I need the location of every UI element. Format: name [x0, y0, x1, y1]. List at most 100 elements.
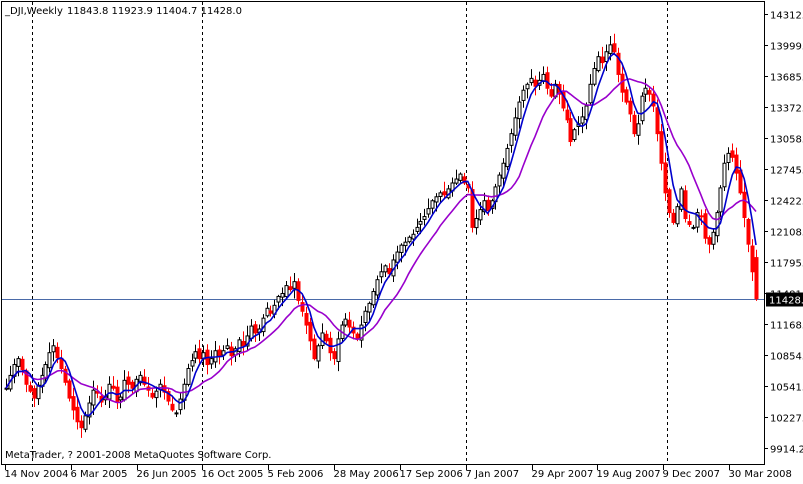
candle-body: [292, 281, 297, 289]
candle-body: [347, 319, 352, 328]
bear-candle: [683, 185, 688, 223]
candle-body: [237, 339, 242, 352]
candle-body: [174, 412, 179, 415]
candle-body: [150, 392, 155, 398]
candle-body: [284, 285, 289, 298]
candle-body: [715, 212, 720, 237]
candle-body: [304, 312, 309, 326]
candle-body: [55, 346, 60, 359]
candle-body: [43, 364, 48, 379]
candle-body: [407, 236, 412, 243]
candle-body: [711, 231, 716, 245]
candle-body: [588, 83, 593, 104]
candle-body: [632, 114, 637, 135]
candle-body: [663, 162, 668, 194]
y-tick-label: 13999.0: [770, 42, 803, 53]
x-tick-label: 19 Aug 2007: [597, 469, 661, 480]
candle-body: [383, 265, 388, 273]
candle-body: [355, 333, 360, 340]
y-tick-label: 13372.0: [770, 104, 803, 115]
candle-body: [209, 358, 214, 365]
candle-body: [442, 191, 447, 196]
y-tick-label: 10541.0: [770, 383, 803, 394]
last-price-label: 11428.0: [769, 296, 803, 307]
candle-body: [47, 352, 52, 369]
candle-body: [521, 89, 526, 101]
candle-body: [51, 345, 56, 353]
candle-body: [67, 380, 72, 399]
candle-body: [91, 389, 96, 406]
x-tick-label: 28 May 2006: [334, 469, 399, 480]
y-tick-label: 10854.5: [770, 352, 803, 363]
candle-body: [107, 383, 112, 400]
candle-body: [241, 340, 246, 347]
candle-body: [118, 396, 123, 401]
candle-body: [111, 385, 116, 389]
candle-body: [501, 162, 506, 179]
candle-body: [324, 333, 329, 342]
bull-candle: [640, 92, 645, 125]
bull-candle: [675, 203, 680, 227]
y-tick-label: 9914.2: [770, 445, 803, 456]
candle-body: [170, 403, 175, 411]
candle-body: [718, 187, 723, 213]
y-tick-label: 10227.5: [770, 414, 803, 425]
candle-body: [276, 295, 281, 303]
candle-body: [371, 291, 376, 306]
candle-body: [707, 237, 712, 245]
candle-body: [513, 117, 518, 136]
candle-body: [308, 321, 313, 342]
candle-body: [249, 325, 254, 339]
candle-body: [643, 87, 648, 95]
candle-body: [316, 345, 321, 362]
candle-body: [438, 192, 443, 197]
last-price-marker: 11428.0: [766, 292, 803, 307]
candle-body: [411, 233, 416, 240]
candle-body: [363, 310, 368, 323]
candle-body: [83, 415, 88, 430]
candle-body: [691, 226, 696, 229]
y-tick-label: 14312.5: [770, 11, 803, 22]
y-tick-label: 13058.5: [770, 135, 803, 146]
candle-body: [478, 209, 483, 221]
candle-body: [750, 245, 755, 273]
candle-body: [608, 44, 613, 54]
candle-body: [300, 302, 305, 312]
candle-body: [375, 279, 380, 296]
candle-body: [667, 189, 672, 214]
candle-body: [154, 390, 159, 399]
candle-body: [312, 338, 317, 360]
candle-body: [509, 133, 514, 146]
candle-body: [505, 147, 510, 168]
candle-body: [186, 367, 191, 385]
candle-body: [130, 381, 135, 389]
candle-body: [726, 152, 731, 163]
candle-body: [612, 43, 617, 53]
candle-body: [525, 83, 530, 90]
candle-body: [418, 220, 423, 225]
candle-body: [217, 349, 222, 358]
x-tick-label: 17 Sep 2006: [400, 469, 463, 480]
candle-body: [596, 56, 601, 72]
x-tick-label: 6 Mar 2005: [71, 469, 128, 480]
chart-window: 14312.5 13999.0 13685.5 13372.0 13058.5 12745…: [0, 0, 803, 480]
y-tick-label: 12745.0: [770, 166, 803, 177]
candle-body: [746, 218, 751, 245]
candle-body: [584, 105, 589, 120]
price-chart[interactable]: 14312.5 13999.0 13685.5 13372.0 13058.5 12745…: [0, 0, 803, 480]
bear-candle: [754, 249, 759, 301]
candle-body: [190, 360, 195, 367]
candle-body: [268, 310, 273, 314]
candle-body: [730, 150, 735, 158]
candle-body: [225, 345, 230, 349]
candle-body: [572, 129, 577, 141]
candle-body: [367, 302, 372, 313]
copyright-text: MetaTrader, ? 2001-2008 MetaQuotes Softw…: [5, 450, 271, 461]
chart-header-symbol: _DJI,Weekly: [4, 6, 63, 17]
candle-body: [628, 100, 633, 115]
x-tick-label: 5 Feb 2006: [268, 469, 324, 480]
y-axis: 14312.5 13999.0 13685.5 13372.0 13058.5 12745…: [764, 11, 803, 456]
bear-candle: [63, 365, 68, 386]
candle-body: [415, 226, 420, 232]
candle-body: [288, 286, 293, 291]
